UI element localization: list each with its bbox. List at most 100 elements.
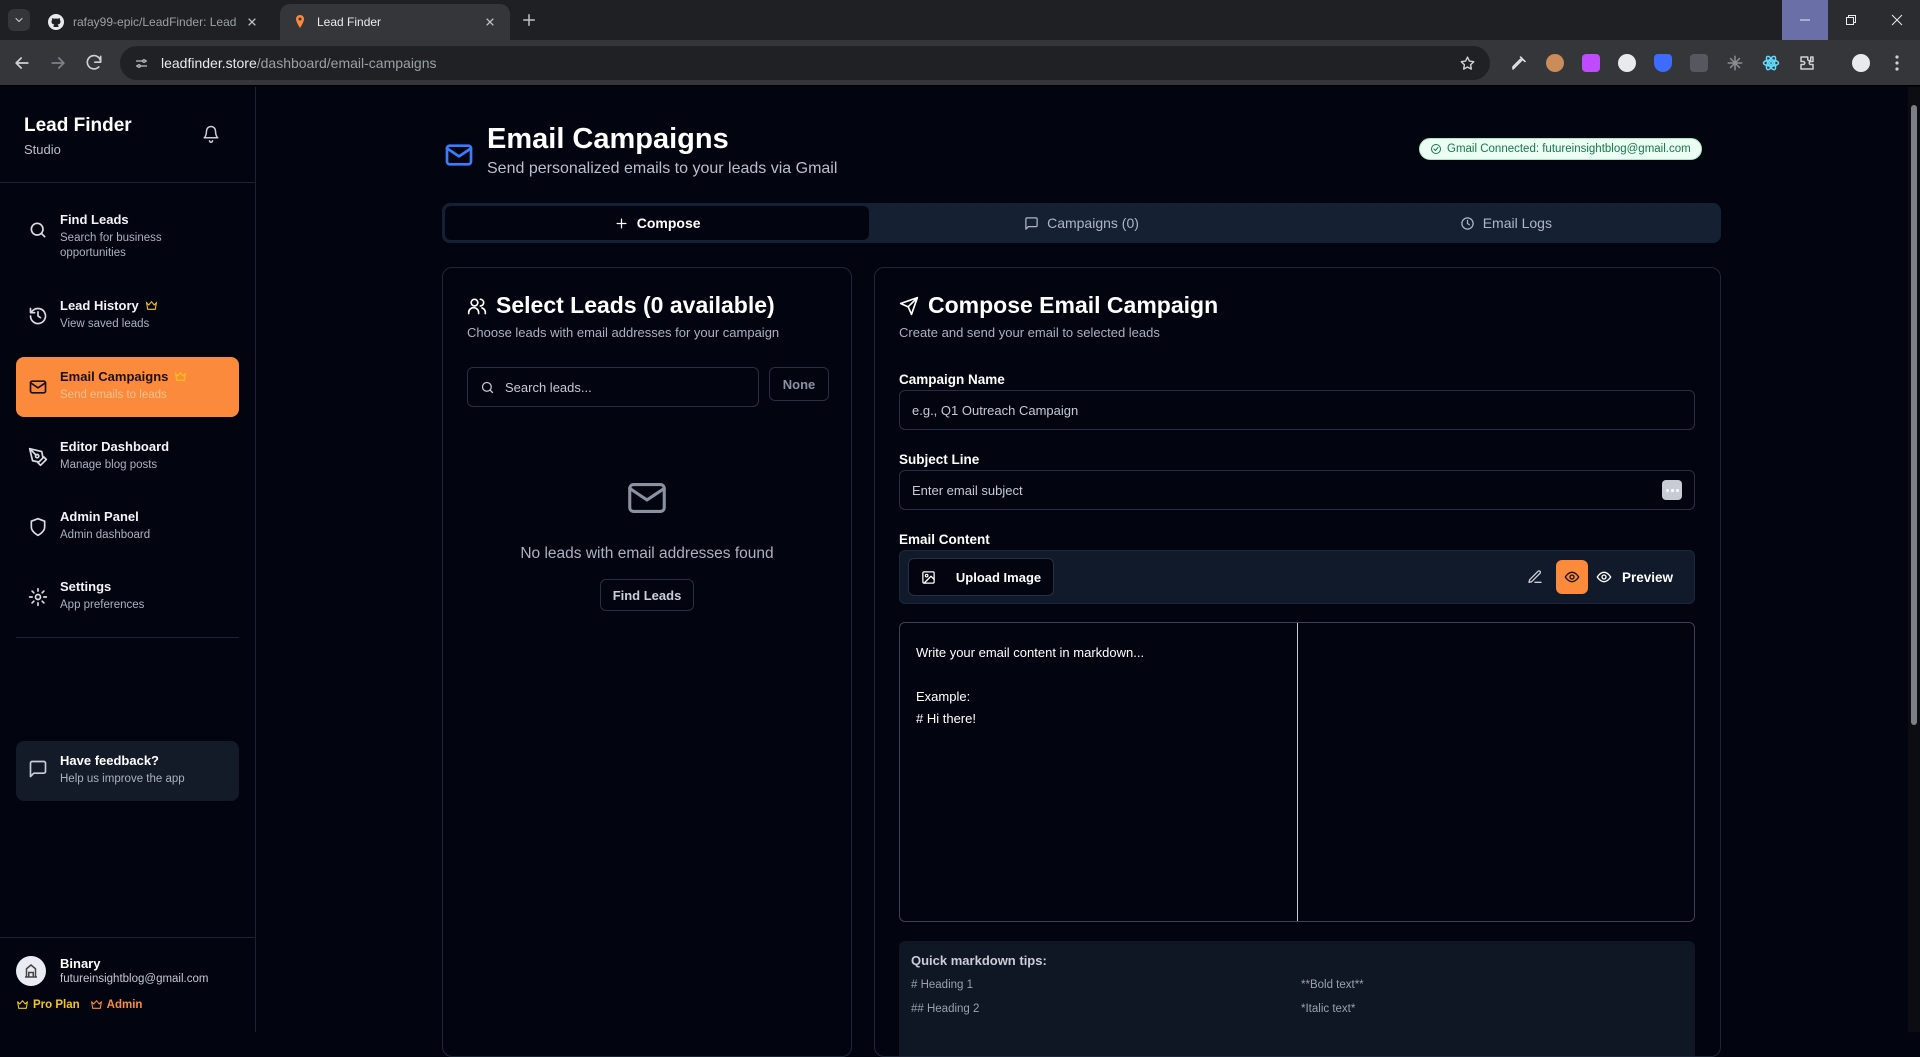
sidebar-item-editor-dashboard[interactable]: Editor Dashboard Manage blog posts [16, 427, 239, 483]
scrollbar-thumb[interactable] [1911, 105, 1917, 725]
page-scrollbar[interactable] [1908, 87, 1920, 1032]
sparkle-extension-icon[interactable] [1726, 54, 1744, 72]
close-tab-icon[interactable] [244, 14, 260, 30]
react-devtools-icon[interactable] [1762, 54, 1780, 72]
preview-button[interactable]: Preview [1596, 560, 1673, 594]
sidebar-item-label: Email Campaigns [60, 369, 169, 384]
page-header: Email Campaigns Send personalized emails… [443, 123, 837, 178]
sidebar-item-sub: Send emails to leads [60, 389, 167, 401]
sidebar-divider [16, 637, 239, 638]
history-icon [29, 307, 47, 325]
sidebar-item-admin-panel[interactable]: Admin Panel Admin dashboard [16, 497, 239, 553]
user-email: futureinsightblog@gmail.com [60, 973, 209, 985]
email-content-label: Email Content [899, 532, 990, 547]
bookmark-star-icon[interactable] [1459, 55, 1476, 72]
sidebar-item-email-campaigns[interactable]: Email Campaigns Send emails to leads [16, 357, 239, 417]
main-content: Email Campaigns Send personalized emails… [257, 87, 1907, 1057]
new-tab-icon[interactable] [520, 11, 538, 29]
gear-icon [28, 587, 48, 607]
url-host: leadfinder.store [161, 55, 257, 71]
sidebar-item-find-leads[interactable]: Find Leads Search for business opportunit… [16, 200, 239, 270]
upload-image-button[interactable]: Upload Image [908, 558, 1054, 596]
compose-card-subtitle: Create and send your email to selected l… [899, 325, 1160, 340]
sidebar-item-lead-history[interactable]: Lead History View saved leads [16, 286, 239, 342]
feedback-title: Have feedback? [60, 753, 159, 768]
close-tab-icon[interactable] [482, 14, 498, 30]
subject-line-label: Subject Line [899, 452, 980, 467]
eye-icon [1564, 571, 1580, 583]
browser-tab-lead-finder[interactable]: Lead Finder [280, 4, 510, 40]
campaign-name-input[interactable]: e.g., Q1 Outreach Campaign [899, 390, 1695, 430]
editor-toolbar: Upload Image Preview [899, 550, 1695, 604]
crown-icon [90, 1000, 102, 1009]
tab-title: rafay99-epic/LeadFinder: Lead [73, 15, 237, 29]
github-icon [48, 14, 64, 30]
tab-compose[interactable]: Compose [445, 206, 870, 240]
gmail-status-badge: Gmail Connected: futureinsightblog@gmail… [1419, 138, 1702, 160]
browser-tab-github[interactable]: rafay99-epic/LeadFinder: Lead [36, 4, 272, 40]
back-icon[interactable] [12, 53, 32, 73]
reload-icon[interactable] [84, 53, 104, 73]
purple-extension-icon[interactable] [1582, 54, 1600, 72]
sidebar-item-sub: Admin dashboard [60, 529, 151, 541]
bell-icon[interactable] [202, 125, 220, 143]
sidebar-item-label: Editor Dashboard [60, 439, 170, 454]
user-profile[interactable]: Binary futureinsightblog@gmail.com Pro P… [0, 937, 256, 1032]
plan-label: Pro Plan [33, 998, 80, 1011]
profile-avatar-icon[interactable] [1852, 54, 1870, 72]
close-window-button[interactable] [1874, 0, 1920, 40]
browser-tab-bar: rafay99-epic/LeadFinder: Lead Lead Finde… [0, 0, 1920, 40]
brand[interactable]: Lead Finder Studio [24, 115, 132, 157]
search-leads-input[interactable]: Search leads... [467, 367, 759, 407]
subject-placeholder: Enter email subject [912, 482, 1023, 498]
avatar-extension-icon[interactable] [1546, 54, 1564, 72]
tip-item: ## Heading 2 [911, 1003, 980, 1015]
split-view-button[interactable] [1556, 560, 1588, 594]
select-none-button[interactable]: None [769, 367, 829, 401]
url-bar[interactable]: leadfinder.store/dashboard/email-campaig… [120, 46, 1490, 80]
brand-title: Lead Finder [24, 115, 132, 136]
markdown-editor: Write your email content in markdown... … [899, 622, 1695, 922]
mail-icon [29, 380, 47, 394]
tab-label: Compose [636, 215, 701, 231]
role-label: Admin [106, 998, 143, 1011]
tab-search-button[interactable] [8, 9, 30, 31]
eyedropper-extension-icon[interactable] [1510, 54, 1528, 72]
find-leads-label: Find Leads [612, 587, 682, 603]
more-vertical-icon[interactable] [1888, 54, 1906, 72]
leads-card-title: Select Leads (0 available) [496, 292, 775, 318]
find-leads-button[interactable]: Find Leads [600, 579, 694, 611]
forward-icon[interactable] [48, 53, 68, 73]
tip-item: # Heading 1 [911, 979, 974, 991]
search-placeholder: Search leads... [505, 379, 592, 395]
globe-extension-icon[interactable] [1618, 54, 1636, 72]
restore-button[interactable] [1828, 0, 1874, 40]
tab-email-logs[interactable]: Email Logs [1294, 206, 1718, 240]
markdown-textarea[interactable]: Write your email content in markdown... … [900, 623, 1298, 921]
upload-image-label: Upload Image [955, 569, 1042, 585]
autofill-dots-icon[interactable] [1662, 480, 1682, 500]
bitwarden-shield-icon[interactable] [1654, 54, 1672, 72]
user-name: Binary [60, 956, 101, 971]
edit-pencil-icon[interactable] [1527, 569, 1543, 585]
sidebar-item-sub: View saved leads [60, 318, 150, 330]
tab-campaigns[interactable]: Campaigns (0) [869, 206, 1293, 240]
preview-label: Preview [1622, 569, 1674, 585]
tips-title: Quick markdown tips: [911, 953, 1047, 968]
sidebar-item-settings[interactable]: Settings App preferences [16, 567, 239, 623]
minimize-button[interactable] [1782, 0, 1828, 40]
check-circle-icon [1431, 144, 1441, 154]
subject-line-input[interactable]: Enter email subject [899, 470, 1695, 510]
extensions-puzzle-icon[interactable] [1798, 54, 1816, 72]
feedback-button[interactable]: Have feedback? Help us improve the app [16, 741, 239, 801]
compose-card-title: Compose Email Campaign [928, 292, 1219, 318]
site-info-icon[interactable] [134, 56, 149, 71]
mail-icon [445, 144, 473, 166]
sidebar-item-label: Admin Panel [60, 509, 139, 524]
dots-extension-icon[interactable] [1690, 54, 1708, 72]
brand-subtitle: Studio [24, 142, 61, 157]
url-path: /dashboard/email-campaigns [256, 55, 437, 71]
search-icon [30, 222, 46, 238]
close-icon [1891, 14, 1903, 26]
campaign-placeholder: e.g., Q1 Outreach Campaign [912, 402, 1079, 418]
